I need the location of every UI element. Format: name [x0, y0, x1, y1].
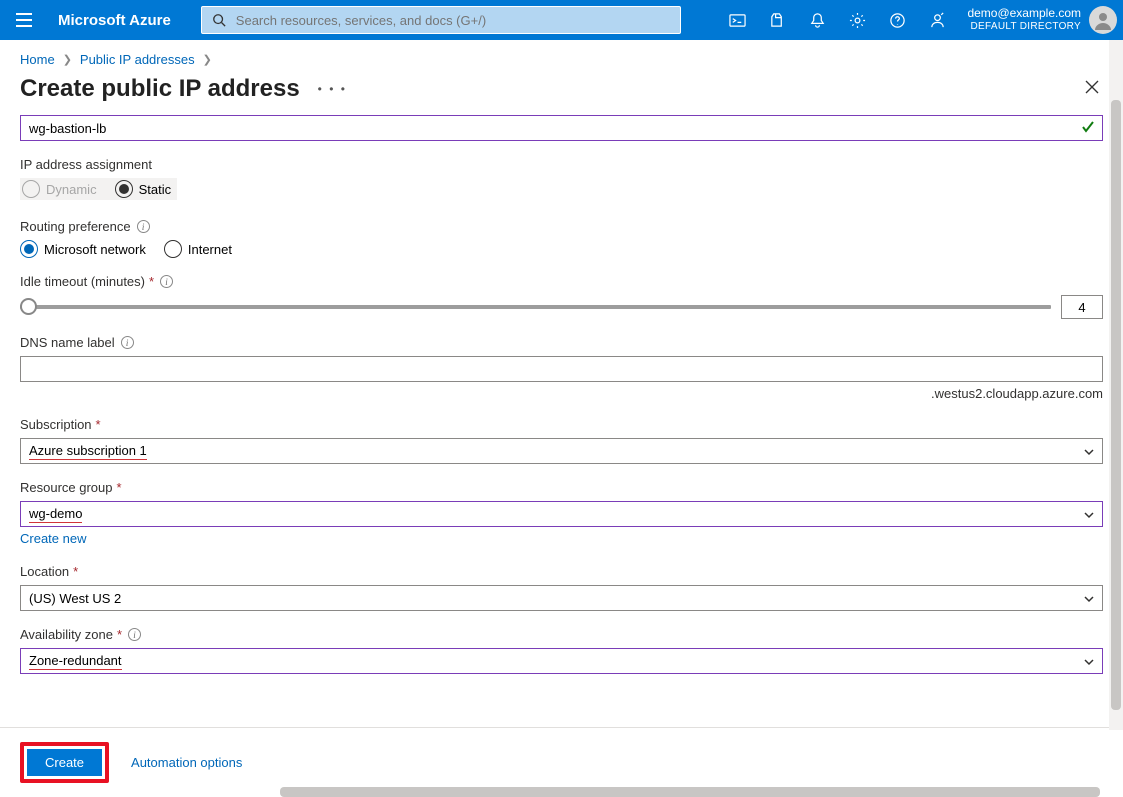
search-icon: [202, 13, 236, 27]
horizontal-scrollbar-thumb[interactable]: [280, 787, 1100, 797]
routing-field: Routing preference i Microsoft network I…: [20, 219, 1103, 258]
radio-icon: [115, 180, 133, 198]
more-actions-icon[interactable]: • • •: [318, 82, 347, 96]
close-icon[interactable]: [1081, 76, 1103, 103]
subscription-field: Subscription* Azure subscription 1: [20, 417, 1103, 464]
brand-label[interactable]: Microsoft Azure: [48, 12, 191, 29]
radio-icon: [22, 180, 40, 198]
vertical-scrollbar-track[interactable]: [1109, 40, 1123, 730]
user-text: demo@example.com DEFAULT DIRECTORY: [967, 6, 1081, 34]
chevron-down-icon: [1083, 592, 1095, 610]
dns-name-field: DNS name label i .westus2.cloudapp.azure…: [20, 335, 1103, 401]
ip-assignment-label: IP address assignment: [20, 157, 1103, 172]
automation-options-link[interactable]: Automation options: [131, 755, 242, 770]
location-select[interactable]: (US) West US 2: [20, 585, 1103, 611]
location-label: Location*: [20, 564, 1103, 579]
page-title: Create public IP address: [20, 75, 300, 103]
availability-zone-label: Availability zone* i: [20, 627, 1103, 642]
idle-timeout-field: Idle timeout (minutes)* i: [20, 274, 1103, 319]
routing-internet[interactable]: Internet: [164, 240, 232, 258]
chevron-right-icon: ❯: [63, 53, 72, 66]
idle-timeout-slider[interactable]: [20, 305, 1051, 309]
chevron-down-icon: [1083, 655, 1095, 673]
notifications-icon[interactable]: [797, 0, 837, 40]
chevron-right-icon: ❯: [203, 53, 212, 66]
title-row: Create public IP address • • •: [0, 67, 1123, 115]
availability-zone-field: Availability zone* i Zone-redundant: [20, 627, 1103, 674]
settings-icon[interactable]: [837, 0, 877, 40]
create-new-link[interactable]: Create new: [20, 531, 86, 546]
checkmark-icon: [1081, 120, 1095, 139]
feedback-icon[interactable]: [917, 0, 957, 40]
hamburger-menu[interactable]: [0, 0, 48, 40]
idle-timeout-label: Idle timeout (minutes)* i: [20, 274, 1103, 289]
radio-icon: [164, 240, 182, 258]
info-icon[interactable]: i: [160, 275, 173, 288]
search-input[interactable]: [236, 13, 680, 28]
user-directory: DEFAULT DIRECTORY: [967, 20, 1081, 34]
ip-assignment-options: Dynamic Static: [20, 178, 177, 200]
cloud-shell-icon[interactable]: [717, 0, 757, 40]
dns-name-input[interactable]: [20, 356, 1103, 382]
info-icon[interactable]: i: [137, 220, 150, 233]
subscription-select[interactable]: Azure subscription 1: [20, 438, 1103, 464]
routing-microsoft[interactable]: Microsoft network: [20, 240, 146, 258]
global-search[interactable]: [201, 6, 681, 34]
topbar-icons: [717, 0, 957, 40]
dns-suffix: .westus2.cloudapp.azure.com: [20, 386, 1103, 401]
idle-timeout-input[interactable]: [1061, 295, 1103, 319]
chevron-down-icon: [1083, 445, 1095, 463]
availability-zone-select[interactable]: Zone-redundant: [20, 648, 1103, 674]
resource-group-select[interactable]: wg-demo: [20, 501, 1103, 527]
help-icon[interactable]: [877, 0, 917, 40]
location-field: Location* (US) West US 2: [20, 564, 1103, 611]
resource-group-label: Resource group*: [20, 480, 1103, 495]
breadcrumb-home[interactable]: Home: [20, 52, 55, 67]
directories-icon[interactable]: [757, 0, 797, 40]
chevron-down-icon: [1083, 508, 1095, 526]
create-highlight: Create: [20, 742, 109, 783]
name-input[interactable]: [20, 115, 1103, 141]
avatar-icon: [1089, 6, 1117, 34]
resource-group-field: Resource group* wg-demo Create new: [20, 480, 1103, 548]
info-icon[interactable]: i: [121, 336, 134, 349]
subscription-label: Subscription*: [20, 417, 1103, 432]
breadcrumb: Home ❯ Public IP addresses ❯: [0, 40, 1123, 67]
top-bar: Microsoft Azure demo@example.com DEFAULT: [0, 0, 1123, 40]
ip-assignment-dynamic: Dynamic: [22, 180, 97, 198]
user-account-button[interactable]: demo@example.com DEFAULT DIRECTORY: [957, 0, 1123, 40]
ip-assignment-field: IP address assignment Dynamic Static: [20, 157, 1103, 203]
routing-label: Routing preference i: [20, 219, 1103, 234]
create-button[interactable]: Create: [27, 749, 102, 776]
slider-thumb[interactable]: [20, 298, 37, 315]
name-field: [20, 115, 1103, 141]
form-body: IP address assignment Dynamic Static Rou…: [0, 115, 1123, 723]
radio-icon: [20, 240, 38, 258]
routing-options: Microsoft network Internet: [20, 240, 1103, 258]
dns-name-label: DNS name label i: [20, 335, 1103, 350]
user-email: demo@example.com: [967, 6, 1081, 20]
ip-assignment-static[interactable]: Static: [115, 180, 172, 198]
breadcrumb-parent[interactable]: Public IP addresses: [80, 52, 195, 67]
vertical-scrollbar-thumb[interactable]: [1111, 100, 1121, 710]
info-icon[interactable]: i: [128, 628, 141, 641]
